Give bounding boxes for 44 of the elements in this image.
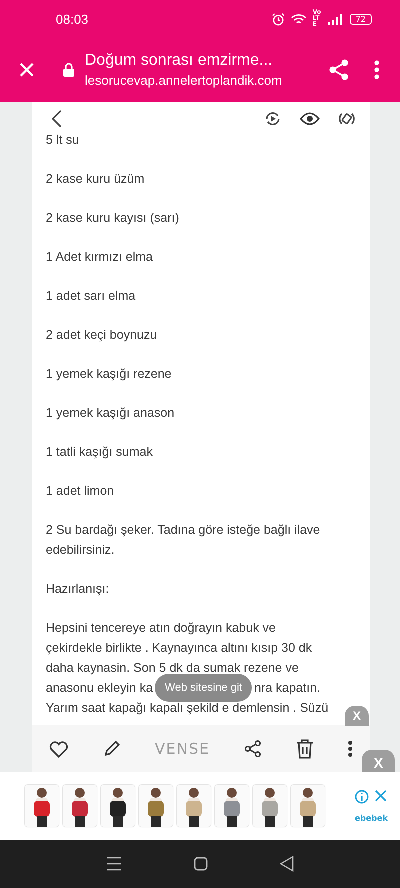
battery-indicator: 72 xyxy=(350,14,372,24)
note-line: anasonu ekleyin ka xyxy=(46,680,154,697)
note-text: 1 adet sarı elma xyxy=(46,288,137,305)
note-text: 2 kase kuru kayısı (sarı) xyxy=(46,210,180,227)
alarm-icon xyxy=(272,12,285,26)
note-line: Yarım saat kapağı kapalı şekild e demlensin . Süzü xyxy=(46,700,329,717)
trash-icon[interactable] xyxy=(296,738,314,758)
note-text: 5 lt su xyxy=(46,132,80,149)
heart-icon[interactable] xyxy=(49,740,69,758)
ad-close-button[interactable]: X xyxy=(345,706,370,726)
note-line: daha kaynasin. Son 5 dk da sumak rezene ve xyxy=(46,660,299,677)
note-line: çekirdekle birlikte . Kaynayınca altını kısıp 30 dk xyxy=(46,640,312,657)
note-text: 1 yemek kaşığı rezene xyxy=(46,366,173,383)
toast-message: Web sitesine git xyxy=(155,674,252,702)
menu-icon[interactable] xyxy=(106,857,122,871)
info-icon[interactable] xyxy=(355,790,370,804)
home-icon[interactable] xyxy=(194,857,208,871)
page-url: lesorucevap.annelertoplandik.com xyxy=(85,72,284,90)
signal-icon xyxy=(328,14,344,24)
note-line: Hepsini tencereye atın doğrayın kabuk ve xyxy=(46,620,276,637)
pencil-icon[interactable] xyxy=(103,740,121,758)
note-text: 1 adet limon xyxy=(46,483,116,500)
note-text: 1 tatli kaşığı sumak xyxy=(46,444,154,461)
ad-brand: VENSE xyxy=(155,740,210,758)
note-text: 2 kase kuru üzüm xyxy=(46,171,146,188)
replay-icon[interactable] xyxy=(264,110,282,128)
lock-icon xyxy=(63,63,75,77)
note-text: Hazırlanışı: xyxy=(46,581,110,598)
more-icon[interactable] xyxy=(348,740,353,758)
ad-close-button[interactable]: X xyxy=(362,750,396,772)
page-title: Doğum sonrası emzirme... xyxy=(85,51,274,71)
advertiser-logo: ebebek xyxy=(354,814,388,822)
note-text: 1 Adet kırmızı elma xyxy=(46,249,154,266)
back-icon[interactable] xyxy=(280,856,294,872)
share-icon[interactable] xyxy=(244,740,262,758)
note-text: 2 Su bardağı şeker. Tadına göre isteğe bağlı ilave edebilirsiniz. xyxy=(46,522,322,559)
eye-icon[interactable] xyxy=(300,112,320,126)
back-icon[interactable] xyxy=(52,110,62,128)
note-text: 2 adet keçi boynuzu xyxy=(46,327,158,344)
wifi-icon xyxy=(290,14,307,24)
note-line: nra kapatın. xyxy=(254,680,320,697)
close-icon[interactable] xyxy=(375,790,388,802)
note-text: 1 yemek kaşığı anason xyxy=(46,405,176,422)
status-time: 08:03 xyxy=(56,12,89,26)
